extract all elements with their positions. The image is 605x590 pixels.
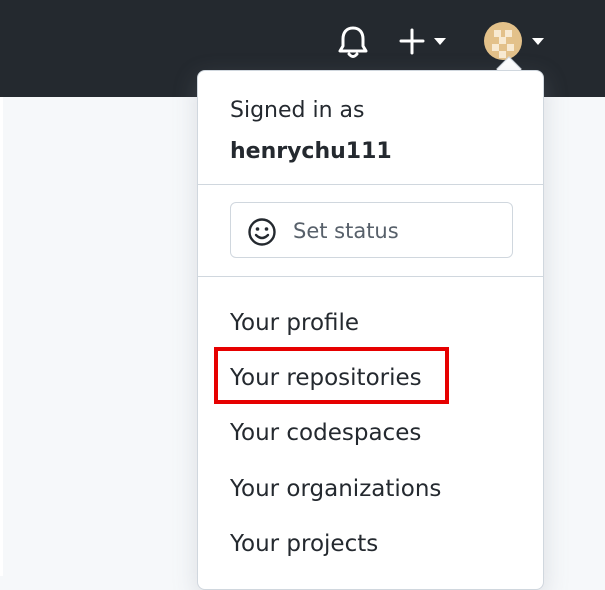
- menu-item-your-codespaces[interactable]: Your codespaces: [230, 418, 421, 448]
- bell-icon[interactable]: [336, 24, 370, 60]
- chevron-down-icon: [532, 38, 544, 45]
- create-new-dropdown[interactable]: [398, 24, 454, 58]
- avatar: [484, 22, 522, 60]
- username: henrychu111: [230, 139, 392, 164]
- signed-in-label: Signed in as: [230, 98, 365, 123]
- chevron-down-icon: [434, 38, 446, 45]
- smiley-icon: [248, 218, 276, 246]
- set-status-label: Set status: [293, 219, 399, 243]
- divider: [198, 276, 543, 277]
- user-dropdown-menu: Signed in as henrychu111 Set status Your…: [197, 70, 544, 590]
- menu-item-your-profile[interactable]: Your profile: [230, 308, 359, 338]
- menu-item-your-projects[interactable]: Your projects: [230, 529, 378, 559]
- menu-item-your-repositories[interactable]: Your repositories: [230, 363, 422, 393]
- menu-item-your-organizations[interactable]: Your organizations: [230, 474, 441, 504]
- plus-icon: [399, 28, 425, 55]
- user-menu-toggle[interactable]: [480, 19, 550, 63]
- divider: [198, 184, 543, 185]
- set-status-button[interactable]: Set status: [230, 202, 513, 258]
